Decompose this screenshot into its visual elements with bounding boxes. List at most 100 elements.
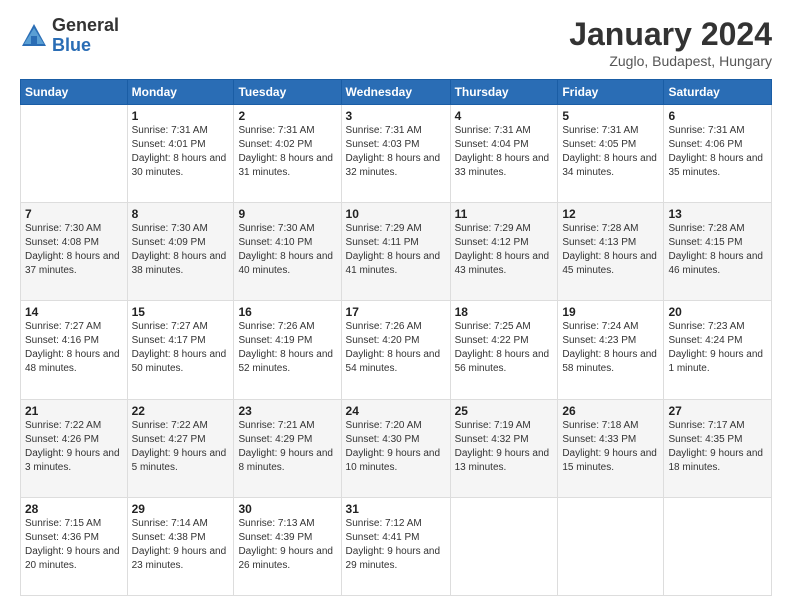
day-info: Sunrise: 7:30 AMSunset: 4:08 PMDaylight:…: [25, 222, 123, 278]
day-info: Sunrise: 7:26 AMSunset: 4:19 PMDaylight:…: [238, 320, 336, 376]
logo-blue: Blue: [52, 36, 119, 56]
logo-icon: [20, 22, 48, 50]
day-info: Sunrise: 7:27 AMSunset: 4:17 PMDaylight:…: [132, 320, 230, 376]
calendar-cell: 7Sunrise: 7:30 AMSunset: 4:08 PMDaylight…: [21, 203, 128, 301]
day-info: Sunrise: 7:20 AMSunset: 4:30 PMDaylight:…: [346, 419, 446, 475]
calendar-cell: 1Sunrise: 7:31 AMSunset: 4:01 PMDaylight…: [127, 105, 234, 203]
calendar-cell: 30Sunrise: 7:13 AMSunset: 4:39 PMDayligh…: [234, 497, 341, 595]
column-header-wednesday: Wednesday: [341, 80, 450, 105]
calendar-cell: 17Sunrise: 7:26 AMSunset: 4:20 PMDayligh…: [341, 301, 450, 399]
calendar-cell: [664, 497, 772, 595]
day-info: Sunrise: 7:28 AMSunset: 4:13 PMDaylight:…: [562, 222, 659, 278]
calendar-cell: 24Sunrise: 7:20 AMSunset: 4:30 PMDayligh…: [341, 399, 450, 497]
calendar-cell: 11Sunrise: 7:29 AMSunset: 4:12 PMDayligh…: [450, 203, 558, 301]
calendar-cell: 22Sunrise: 7:22 AMSunset: 4:27 PMDayligh…: [127, 399, 234, 497]
logo-text: General Blue: [52, 16, 119, 56]
column-header-friday: Friday: [558, 80, 664, 105]
calendar-cell: 4Sunrise: 7:31 AMSunset: 4:04 PMDaylight…: [450, 105, 558, 203]
day-number: 1: [132, 109, 230, 123]
day-info: Sunrise: 7:30 AMSunset: 4:09 PMDaylight:…: [132, 222, 230, 278]
day-info: Sunrise: 7:29 AMSunset: 4:12 PMDaylight:…: [455, 222, 554, 278]
calendar-cell: 19Sunrise: 7:24 AMSunset: 4:23 PMDayligh…: [558, 301, 664, 399]
page: General Blue January 2024 Zuglo, Budapes…: [0, 0, 792, 612]
calendar-cell: 6Sunrise: 7:31 AMSunset: 4:06 PMDaylight…: [664, 105, 772, 203]
calendar-cell: 8Sunrise: 7:30 AMSunset: 4:09 PMDaylight…: [127, 203, 234, 301]
day-info: Sunrise: 7:28 AMSunset: 4:15 PMDaylight:…: [668, 222, 767, 278]
day-number: 25: [455, 404, 554, 418]
main-title: January 2024: [569, 16, 772, 53]
calendar-cell: 28Sunrise: 7:15 AMSunset: 4:36 PMDayligh…: [21, 497, 128, 595]
day-number: 21: [25, 404, 123, 418]
day-number: 31: [346, 502, 446, 516]
day-info: Sunrise: 7:31 AMSunset: 4:04 PMDaylight:…: [455, 124, 554, 180]
day-number: 6: [668, 109, 767, 123]
title-section: January 2024 Zuglo, Budapest, Hungary: [569, 16, 772, 69]
calendar-header-row: SundayMondayTuesdayWednesdayThursdayFrid…: [21, 80, 772, 105]
day-info: Sunrise: 7:31 AMSunset: 4:01 PMDaylight:…: [132, 124, 230, 180]
day-info: Sunrise: 7:26 AMSunset: 4:20 PMDaylight:…: [346, 320, 446, 376]
day-info: Sunrise: 7:27 AMSunset: 4:16 PMDaylight:…: [25, 320, 123, 376]
day-info: Sunrise: 7:23 AMSunset: 4:24 PMDaylight:…: [668, 320, 767, 376]
calendar: SundayMondayTuesdayWednesdayThursdayFrid…: [20, 79, 772, 596]
day-info: Sunrise: 7:17 AMSunset: 4:35 PMDaylight:…: [668, 419, 767, 475]
column-header-saturday: Saturday: [664, 80, 772, 105]
subtitle: Zuglo, Budapest, Hungary: [569, 53, 772, 69]
day-info: Sunrise: 7:25 AMSunset: 4:22 PMDaylight:…: [455, 320, 554, 376]
day-info: Sunrise: 7:12 AMSunset: 4:41 PMDaylight:…: [346, 517, 446, 573]
calendar-cell: 10Sunrise: 7:29 AMSunset: 4:11 PMDayligh…: [341, 203, 450, 301]
calendar-cell: 9Sunrise: 7:30 AMSunset: 4:10 PMDaylight…: [234, 203, 341, 301]
calendar-cell: 23Sunrise: 7:21 AMSunset: 4:29 PMDayligh…: [234, 399, 341, 497]
calendar-cell: 16Sunrise: 7:26 AMSunset: 4:19 PMDayligh…: [234, 301, 341, 399]
day-number: 24: [346, 404, 446, 418]
day-info: Sunrise: 7:31 AMSunset: 4:05 PMDaylight:…: [562, 124, 659, 180]
week-row-1: 1Sunrise: 7:31 AMSunset: 4:01 PMDaylight…: [21, 105, 772, 203]
day-info: Sunrise: 7:31 AMSunset: 4:03 PMDaylight:…: [346, 124, 446, 180]
day-number: 30: [238, 502, 336, 516]
calendar-cell: 12Sunrise: 7:28 AMSunset: 4:13 PMDayligh…: [558, 203, 664, 301]
day-number: 13: [668, 207, 767, 221]
day-number: 29: [132, 502, 230, 516]
calendar-cell: 25Sunrise: 7:19 AMSunset: 4:32 PMDayligh…: [450, 399, 558, 497]
calendar-cell: 5Sunrise: 7:31 AMSunset: 4:05 PMDaylight…: [558, 105, 664, 203]
column-header-tuesday: Tuesday: [234, 80, 341, 105]
day-number: 8: [132, 207, 230, 221]
day-number: 2: [238, 109, 336, 123]
day-number: 27: [668, 404, 767, 418]
calendar-cell: 15Sunrise: 7:27 AMSunset: 4:17 PMDayligh…: [127, 301, 234, 399]
day-number: 19: [562, 305, 659, 319]
day-info: Sunrise: 7:29 AMSunset: 4:11 PMDaylight:…: [346, 222, 446, 278]
calendar-cell: [21, 105, 128, 203]
day-number: 14: [25, 305, 123, 319]
day-number: 16: [238, 305, 336, 319]
day-number: 28: [25, 502, 123, 516]
day-number: 12: [562, 207, 659, 221]
day-info: Sunrise: 7:31 AMSunset: 4:06 PMDaylight:…: [668, 124, 767, 180]
day-number: 17: [346, 305, 446, 319]
calendar-cell: 18Sunrise: 7:25 AMSunset: 4:22 PMDayligh…: [450, 301, 558, 399]
day-number: 26: [562, 404, 659, 418]
day-number: 10: [346, 207, 446, 221]
column-header-thursday: Thursday: [450, 80, 558, 105]
calendar-cell: 26Sunrise: 7:18 AMSunset: 4:33 PMDayligh…: [558, 399, 664, 497]
day-info: Sunrise: 7:22 AMSunset: 4:27 PMDaylight:…: [132, 419, 230, 475]
calendar-cell: 2Sunrise: 7:31 AMSunset: 4:02 PMDaylight…: [234, 105, 341, 203]
calendar-cell: 13Sunrise: 7:28 AMSunset: 4:15 PMDayligh…: [664, 203, 772, 301]
day-info: Sunrise: 7:19 AMSunset: 4:32 PMDaylight:…: [455, 419, 554, 475]
day-info: Sunrise: 7:15 AMSunset: 4:36 PMDaylight:…: [25, 517, 123, 573]
week-row-5: 28Sunrise: 7:15 AMSunset: 4:36 PMDayligh…: [21, 497, 772, 595]
day-info: Sunrise: 7:14 AMSunset: 4:38 PMDaylight:…: [132, 517, 230, 573]
day-number: 15: [132, 305, 230, 319]
day-info: Sunrise: 7:13 AMSunset: 4:39 PMDaylight:…: [238, 517, 336, 573]
day-number: 4: [455, 109, 554, 123]
calendar-cell: [558, 497, 664, 595]
day-number: 9: [238, 207, 336, 221]
day-number: 18: [455, 305, 554, 319]
day-number: 20: [668, 305, 767, 319]
column-header-sunday: Sunday: [21, 80, 128, 105]
day-info: Sunrise: 7:21 AMSunset: 4:29 PMDaylight:…: [238, 419, 336, 475]
calendar-cell: 27Sunrise: 7:17 AMSunset: 4:35 PMDayligh…: [664, 399, 772, 497]
day-info: Sunrise: 7:30 AMSunset: 4:10 PMDaylight:…: [238, 222, 336, 278]
day-info: Sunrise: 7:31 AMSunset: 4:02 PMDaylight:…: [238, 124, 336, 180]
calendar-cell: 31Sunrise: 7:12 AMSunset: 4:41 PMDayligh…: [341, 497, 450, 595]
day-number: 22: [132, 404, 230, 418]
